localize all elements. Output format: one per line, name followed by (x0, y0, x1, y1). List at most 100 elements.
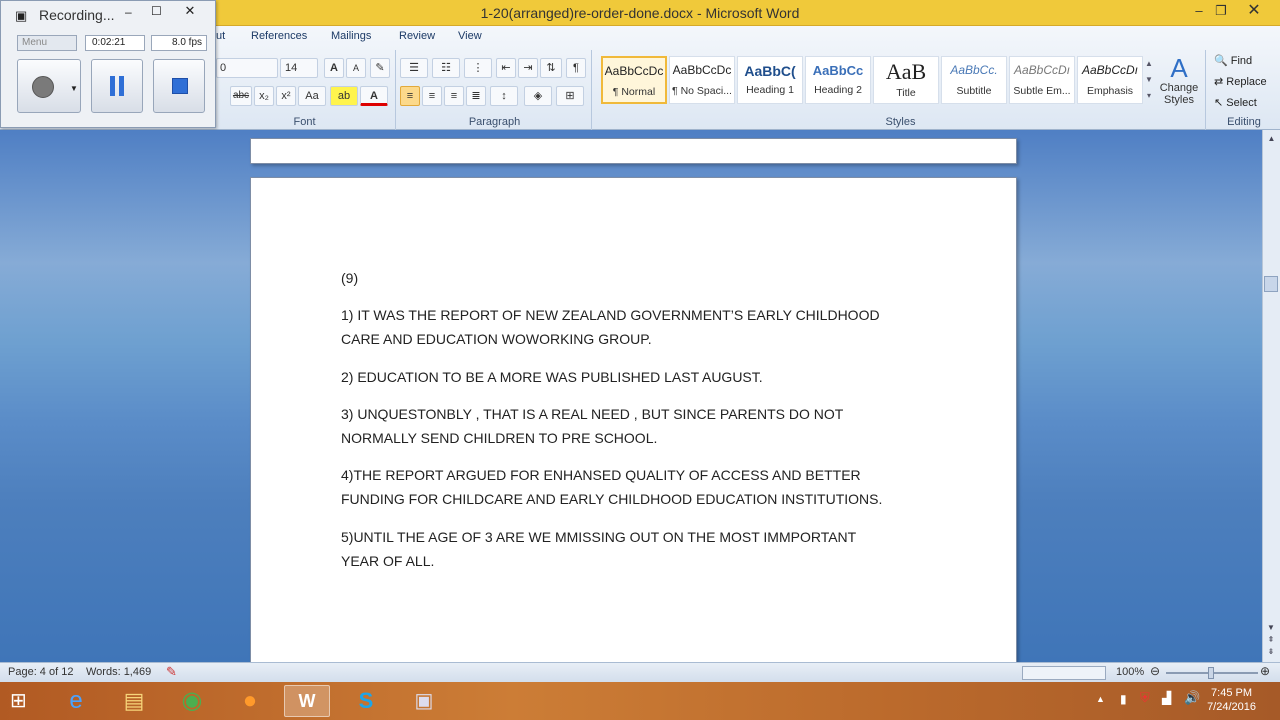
page-count[interactable]: Page: 4 of 12 (8, 666, 73, 678)
line-spacing-icon[interactable]: ↕ (490, 86, 518, 106)
view-buttons[interactable] (1022, 666, 1106, 680)
tab-review[interactable]: Review (399, 30, 435, 42)
change-case-icon[interactable]: Aa (298, 86, 326, 106)
document-page[interactable] (250, 177, 1017, 667)
strikethrough-icon[interactable]: abc (230, 86, 252, 106)
style-no-spacing[interactable]: AaBbCcDc ¶ No Spaci... (669, 56, 735, 104)
chrome-icon[interactable]: ◉ (172, 685, 212, 717)
doc-line[interactable]: 4)THE REPORT ARGUED FOR ENHANSED QUALITY… (341, 467, 861, 483)
increase-indent-icon[interactable]: ⇥ (518, 58, 538, 78)
highlight-icon[interactable]: ab (330, 86, 358, 106)
page-nav-icons[interactable]: ▼ ⇞ ⇟ (1264, 622, 1278, 658)
superscript-icon[interactable]: x² (276, 86, 296, 106)
pause-button[interactable] (91, 59, 143, 113)
record-button[interactable]: ▼ (17, 59, 81, 113)
justify-icon[interactable]: ≣ (466, 86, 486, 106)
bullets-icon[interactable]: ☰ (400, 58, 428, 78)
recorder-menu-dropdown[interactable]: Menu (17, 35, 77, 51)
close-button[interactable]: ✕ (1234, 0, 1274, 22)
style-emphasis[interactable]: AaBbCcDı Emphasis (1077, 56, 1143, 104)
style-subtitle[interactable]: AaBbCc. Subtitle (941, 56, 1007, 104)
style-title[interactable]: AaB Title (873, 56, 939, 104)
style-subtle-emphasis[interactable]: AaBbCcDı Subtle Em... (1009, 56, 1075, 104)
zoom-in-icon[interactable]: ⊕ (1260, 664, 1270, 678)
file-explorer-icon[interactable]: ▤ (114, 685, 154, 717)
recorder-elapsed-time: 0:02:21 (85, 35, 145, 51)
clear-format-icon[interactable]: ✎ (370, 58, 390, 78)
battery-icon[interactable]: ▮ (1120, 692, 1127, 706)
style-preview: AaB (885, 59, 927, 84)
multilevel-list-icon[interactable]: ⋮ (464, 58, 492, 78)
style-heading-2[interactable]: AaBbCc Heading 2 (805, 56, 871, 104)
volume-icon[interactable]: 🔊 (1184, 690, 1200, 706)
doc-line[interactable]: 3) UNQUESTONBLY , THAT IS A REAL NEED , … (341, 406, 843, 422)
subscript-icon[interactable]: x₂ (254, 86, 274, 106)
internet-explorer-icon[interactable]: e (56, 685, 96, 717)
binoculars-icon: 🔍 (1214, 55, 1231, 67)
font-size-box[interactable]: 14 (280, 58, 318, 78)
doc-line[interactable]: NORMALLY SEND CHILDREN TO PRE SCHOOL. (341, 430, 657, 446)
borders-icon[interactable]: ⊞ (556, 86, 584, 106)
windows-start-icon[interactable]: ⊞ (10, 690, 34, 712)
align-left-icon[interactable]: ≡ (400, 86, 420, 106)
style-heading-1[interactable]: AaBbC( Heading 1 (737, 56, 803, 104)
replace-button[interactable]: ⇄ Replace (1214, 75, 1267, 88)
select-button[interactable]: ↖ Select (1214, 96, 1257, 109)
doc-line[interactable]: 5)UNTIL THE AGE OF 3 ARE WE MMISSING OUT… (341, 529, 856, 545)
styles-group-label: Styles (885, 116, 916, 128)
style-normal[interactable]: AaBbCcDc ¶ Normal (601, 56, 667, 104)
recorder-taskbar-icon[interactable]: ▣ (404, 685, 444, 717)
record-icon (32, 76, 54, 98)
decrease-indent-icon[interactable]: ⇤ (496, 58, 516, 78)
word-icon[interactable]: W (284, 685, 330, 717)
styles-scroll-icon[interactable]: ▲ ▼ ▾ (1144, 56, 1154, 104)
doc-line[interactable]: CARE AND EDUCATION WOWORKING GROUP. (341, 331, 652, 347)
doc-line[interactable]: 1) IT WAS THE REPORT OF NEW ZEALAND GOVE… (341, 307, 880, 323)
zoom-slider-handle[interactable] (1208, 667, 1214, 679)
word-count[interactable]: Words: 1,469 (86, 666, 151, 678)
tab-layout[interactable]: ut (216, 30, 225, 42)
vertical-scrollbar[interactable]: ▲ (1262, 130, 1280, 662)
find-button[interactable]: 🔍 Find (1214, 54, 1252, 67)
doc-line[interactable]: FUNDING FOR CHILDCARE AND EARLY CHILDHOO… (341, 491, 882, 507)
style-preview: AaBbCcDı (1013, 63, 1071, 77)
recorder-maximize-button[interactable]: ☐ (151, 4, 162, 18)
editing-group: 🔍 Find ⇄ Replace ↖ Select Editing (1208, 50, 1280, 130)
maximize-button[interactable]: ❐ (1208, 0, 1234, 22)
pause-icon (110, 76, 124, 96)
numbering-icon[interactable]: ☷ (432, 58, 460, 78)
system-clock[interactable]: 7:45 PM 7/24/2016 (1207, 686, 1256, 714)
zoom-level[interactable]: 100% (1116, 666, 1144, 678)
style-preview: AaBbC( (744, 63, 796, 79)
network-icon[interactable]: ▟ (1162, 691, 1171, 705)
doc-line[interactable]: YEAR OF ALL. (341, 553, 434, 569)
zoom-out-icon[interactable]: ⊖ (1150, 664, 1160, 678)
show-formatting-icon[interactable]: ¶ (566, 58, 586, 78)
doc-line[interactable]: (9) (341, 270, 358, 286)
tray-expand-icon[interactable]: ▲ (1096, 694, 1105, 704)
tab-mailings[interactable]: Mailings (331, 30, 371, 42)
scrollbar-thumb[interactable] (1264, 276, 1278, 292)
scroll-up-icon[interactable]: ▲ (1263, 134, 1280, 143)
align-right-icon[interactable]: ≡ (444, 86, 464, 106)
proofing-icon[interactable]: ✎ (166, 664, 177, 680)
shrink-font-icon[interactable]: A (346, 58, 366, 78)
security-shield-icon[interactable]: ⛨ (1140, 690, 1150, 706)
tab-references[interactable]: References (251, 30, 307, 42)
grow-font-icon[interactable]: A (324, 58, 344, 78)
recorder-minimize-button[interactable]: – (125, 5, 132, 19)
align-center-icon[interactable]: ≡ (422, 86, 442, 106)
firefox-icon[interactable]: ● (230, 685, 270, 717)
font-color-icon[interactable]: A (360, 86, 388, 106)
font-name-box[interactable]: 0 (216, 58, 278, 78)
doc-line[interactable]: 2) EDUCATION TO BE A MORE WAS PUBLISHED … (341, 369, 763, 385)
stop-button[interactable] (153, 59, 205, 113)
shading-icon[interactable]: ◈ (524, 86, 552, 106)
tab-view[interactable]: View (458, 30, 482, 42)
previous-page-edge (250, 138, 1017, 164)
skype-icon[interactable]: S (346, 685, 386, 717)
recorder-close-button[interactable]: ✕ (169, 2, 211, 20)
sort-icon[interactable]: ⇅ (540, 58, 562, 78)
change-styles-button[interactable]: A Change Styles (1156, 54, 1202, 112)
stop-icon (172, 78, 188, 94)
